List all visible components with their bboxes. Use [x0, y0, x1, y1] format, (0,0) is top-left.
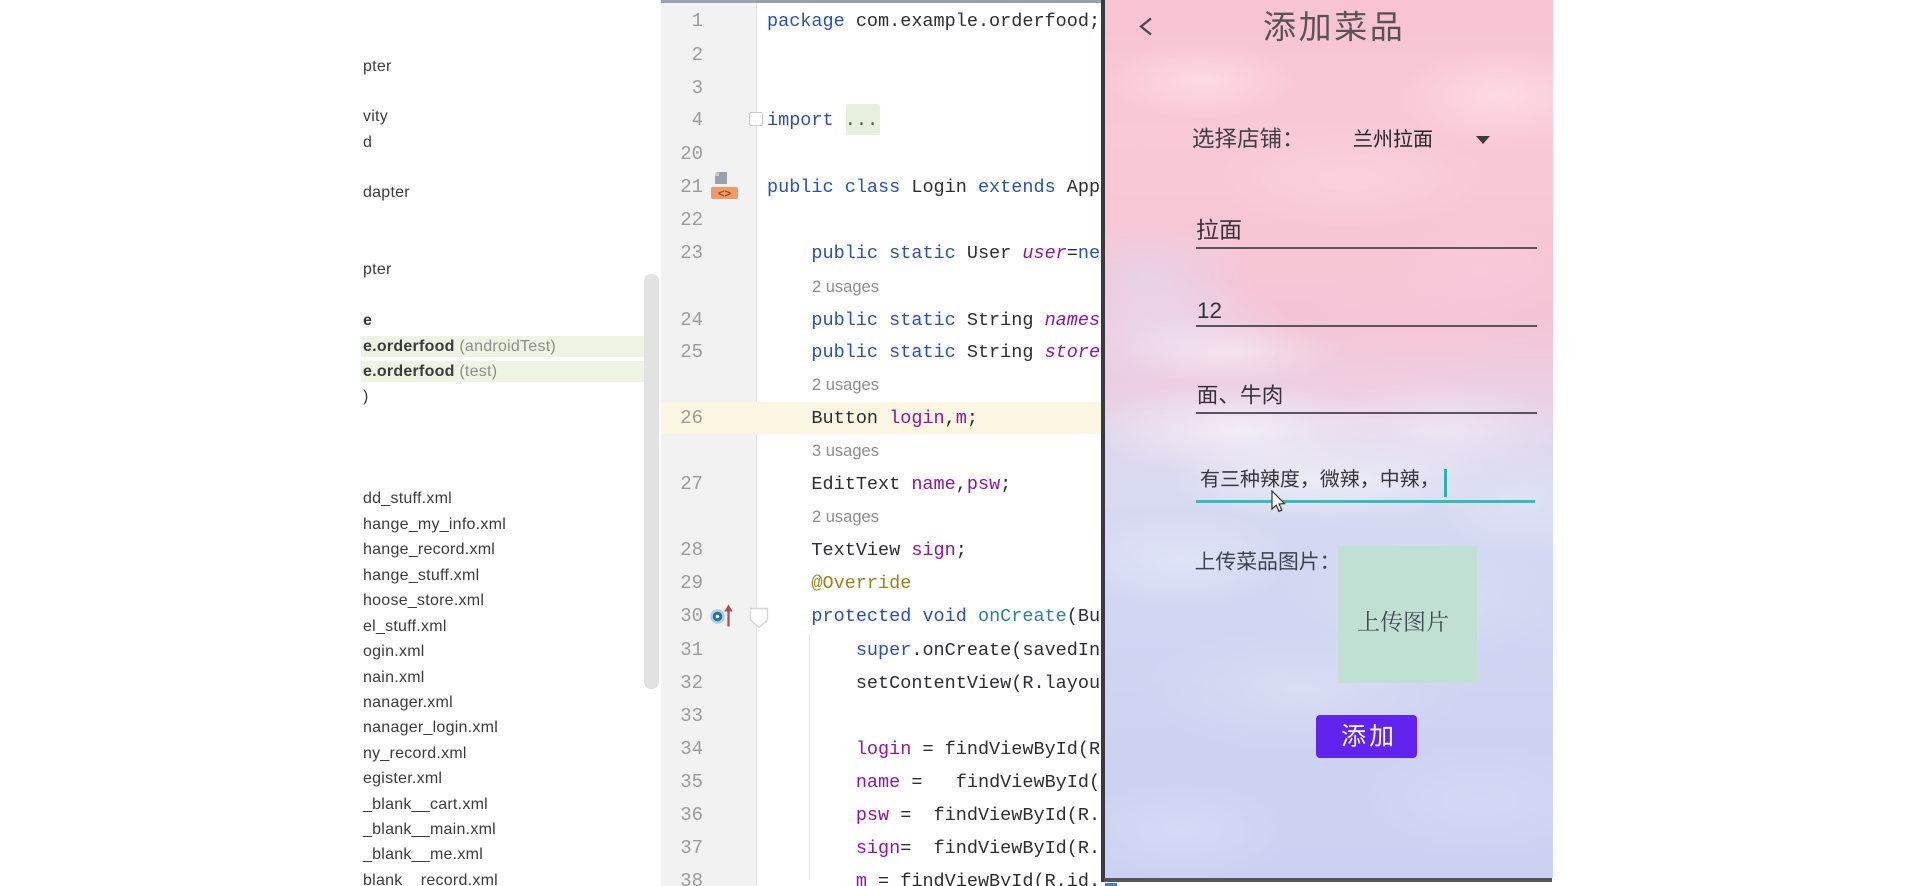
svg-text:<>: <> — [718, 189, 732, 201]
